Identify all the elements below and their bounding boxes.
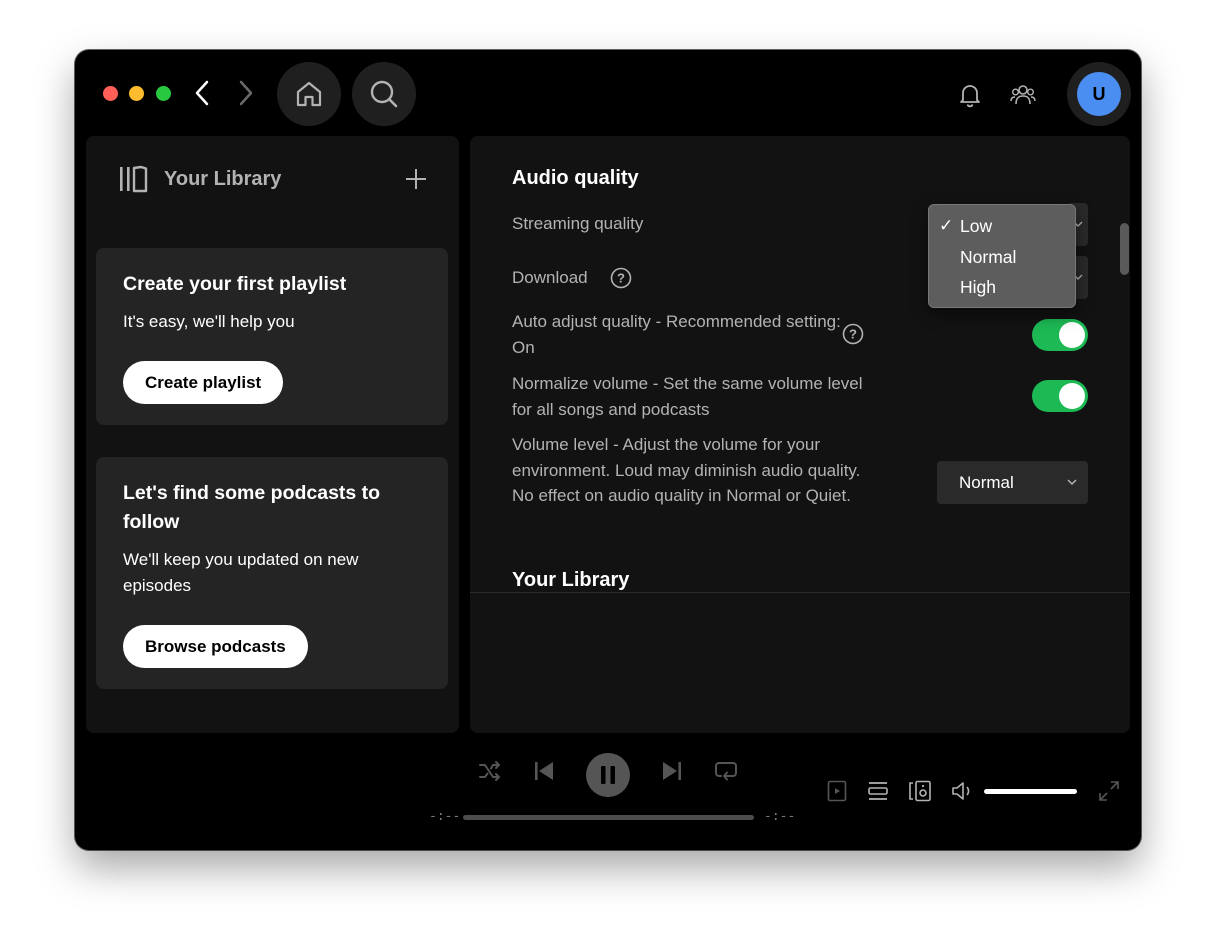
library-sidebar: Your Library Create your first playlist …	[86, 136, 459, 733]
home-button[interactable]	[277, 62, 341, 126]
check-icon: ✓	[939, 216, 954, 235]
library-header[interactable]: Your Library	[118, 164, 281, 194]
svg-text:?: ?	[617, 271, 625, 286]
menu-item-high[interactable]: High	[960, 277, 996, 298]
volume-level-label: Volume level - Adjust the volume for you…	[512, 435, 861, 505]
shuffle-icon	[479, 761, 500, 781]
help-icon[interactable]: ?	[610, 267, 632, 289]
volume-level-value: Normal	[959, 472, 1014, 492]
queue-button[interactable]	[865, 778, 891, 804]
player-bar: -:-- -:--	[75, 733, 1141, 850]
browse-podcasts-card: Let's find some podcasts to follow We'll…	[96, 457, 448, 689]
card-subtitle: We'll keep you updated on new episodes	[123, 550, 359, 595]
friends-icon	[1010, 85, 1036, 105]
streaming-quality-menu: ✓ Low Normal High	[928, 204, 1076, 308]
create-playlist-button[interactable]: Create playlist	[123, 361, 284, 404]
home-icon	[296, 81, 322, 107]
toggle-knob	[1059, 383, 1085, 409]
profile-button[interactable]: U	[1067, 62, 1131, 126]
create-playlist-card: Create your first playlist It's easy, we…	[96, 248, 448, 425]
card-subtitle: It's easy, we'll help you	[123, 312, 295, 331]
chevron-down-icon	[1067, 479, 1077, 486]
notifications-button[interactable]	[955, 80, 985, 110]
create-playlist-or-folder-button[interactable]	[403, 164, 429, 194]
settings-scrollbar[interactable]	[1120, 223, 1129, 275]
normalize-volume-toggle[interactable]	[1032, 380, 1088, 412]
repeat-icon	[715, 762, 737, 781]
next-track-button[interactable]	[657, 756, 687, 786]
library-title: Your Library	[164, 167, 282, 190]
plus-icon	[406, 169, 426, 189]
volume-icon	[952, 782, 970, 800]
now-playing-view-button[interactable]	[824, 778, 850, 804]
bell-icon	[960, 85, 980, 108]
download-label: Download	[512, 268, 588, 287]
friend-activity-button[interactable]	[1008, 80, 1038, 110]
search-button[interactable]	[352, 62, 416, 126]
browse-podcasts-button[interactable]: Browse podcasts	[123, 625, 308, 668]
playback-progress-bar[interactable]	[463, 815, 754, 820]
app-window: U Your Library Create your first playlis…	[75, 50, 1141, 850]
close-window-button[interactable]	[103, 86, 118, 101]
repeat-button[interactable]	[711, 756, 741, 786]
minimize-window-button[interactable]	[129, 86, 144, 101]
help-icon[interactable]: ?	[842, 323, 864, 345]
fullscreen-icon	[1099, 781, 1119, 801]
auto-adjust-quality-label: Auto adjust quality - Recommended settin…	[512, 312, 841, 357]
auto-adjust-quality-toggle[interactable]	[1032, 319, 1088, 351]
library-icon	[120, 165, 148, 193]
fullscreen-button[interactable]	[1096, 778, 1122, 804]
elapsed-time: -:--	[429, 809, 461, 824]
svg-text:?: ?	[849, 327, 857, 342]
normalize-volume-label: Normalize volume - Set the same volume l…	[512, 374, 863, 419]
forward-button[interactable]	[229, 76, 263, 110]
audio-quality-heading: Audio quality	[512, 167, 639, 189]
mute-button[interactable]	[950, 778, 976, 804]
header-divider	[470, 592, 1130, 593]
streaming-quality-label: Streaming quality	[512, 214, 644, 233]
zoom-window-button[interactable]	[156, 86, 171, 101]
play-pause-button[interactable]	[586, 753, 630, 797]
skip-forward-icon	[663, 762, 681, 780]
previous-track-button[interactable]	[529, 756, 559, 786]
menu-item-normal[interactable]: Normal	[960, 247, 1016, 268]
search-icon	[370, 80, 398, 108]
volume-slider[interactable]	[984, 789, 1077, 794]
skip-back-icon	[535, 762, 553, 780]
now-playing-view-icon	[827, 780, 847, 802]
your-library-heading: Your Library	[512, 569, 630, 591]
connect-device-button[interactable]	[907, 778, 933, 804]
toggle-knob	[1059, 322, 1085, 348]
speaker-device-icon	[909, 780, 931, 802]
pause-icon	[601, 766, 615, 784]
back-button[interactable]	[185, 76, 219, 110]
menu-item-low[interactable]: Low	[960, 216, 992, 237]
remaining-time: -:--	[764, 809, 796, 824]
chevron-left-icon	[195, 80, 209, 106]
card-title: Create your first playlist	[123, 273, 347, 295]
queue-icon	[868, 782, 888, 800]
card-title: Let's find some podcasts to follow	[123, 482, 381, 533]
shuffle-button[interactable]	[475, 756, 505, 786]
volume-level-select[interactable]: Normal	[937, 461, 1088, 504]
chevron-right-icon	[239, 80, 253, 106]
avatar: U	[1077, 72, 1121, 116]
